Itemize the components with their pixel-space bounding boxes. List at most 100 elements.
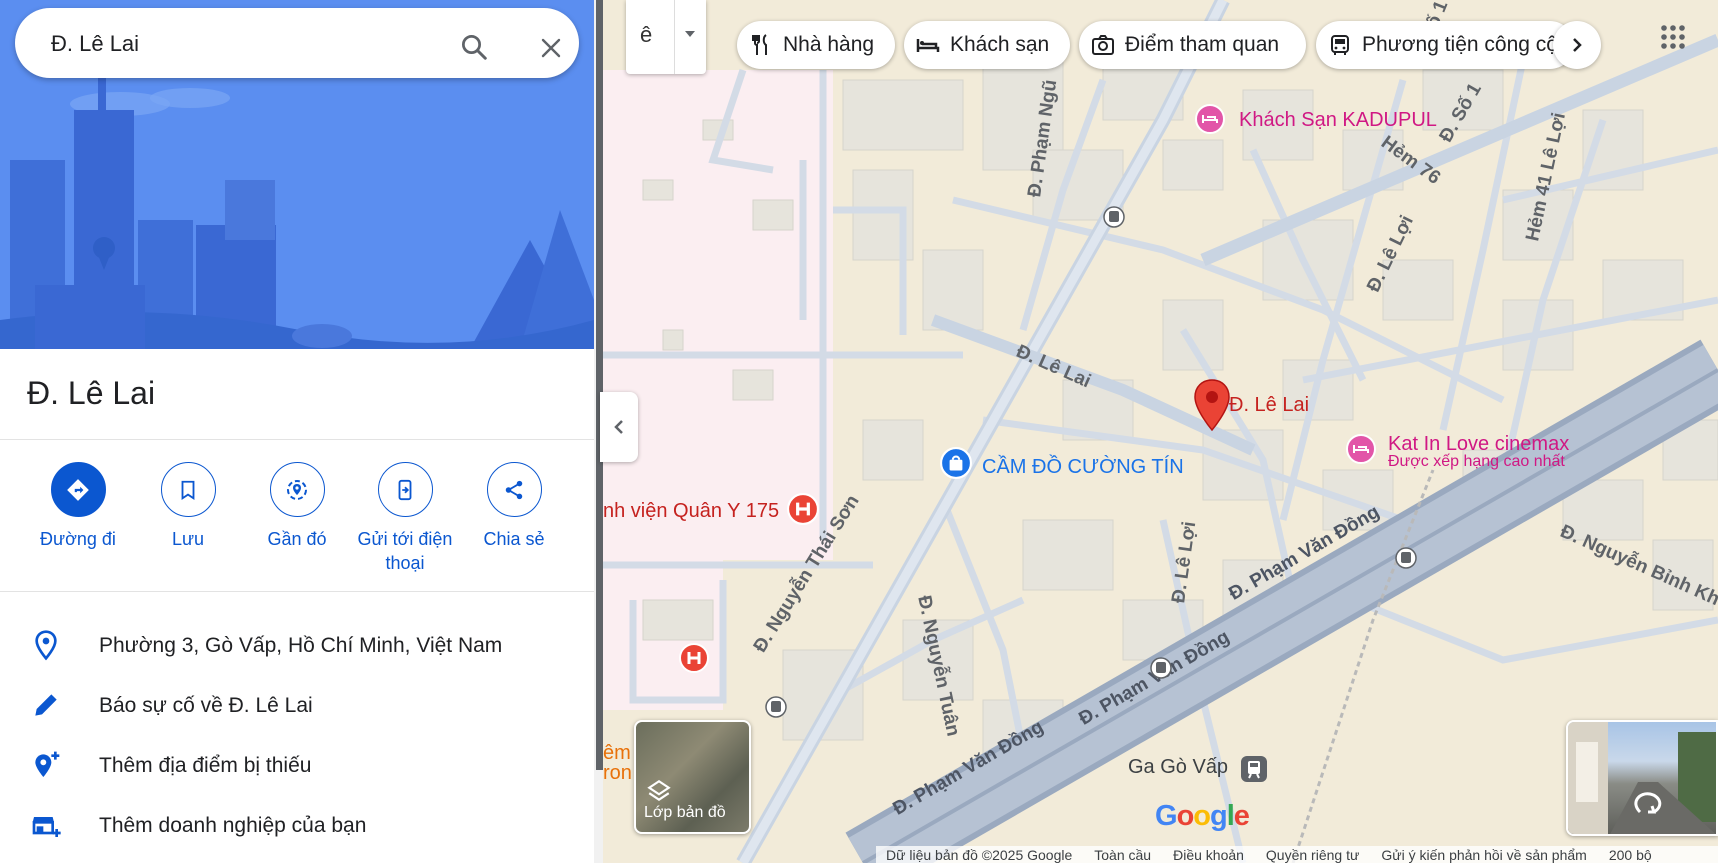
google-logo: Google	[1155, 800, 1250, 832]
edge-poi-label: ron	[603, 762, 632, 784]
camera-icon	[1092, 35, 1114, 55]
hospital-icon	[679, 643, 709, 673]
hotel-icon	[916, 39, 940, 52]
restaurant-icon	[752, 34, 767, 55]
map-canvas[interactable]: Đ. Lê Lai Đ. Lê Lợi Đ. Lê Lợi Đ. Số 1 Hẻ…	[603, 0, 1718, 863]
chip-transit[interactable]: Phương tiện công cộng	[1316, 21, 1574, 69]
location-pin-icon	[35, 630, 57, 661]
pawnshop-label[interactable]: CẦM ĐỒ CƯỜNG TÍN	[982, 456, 1184, 479]
bus-stop-icon	[1150, 657, 1172, 679]
add-business-row[interactable]: Thêm doanh nghiệp của bạn	[0, 797, 594, 853]
search-box[interactable]: Đ. Lê Lai	[15, 8, 579, 78]
chip-label: Nhà hàng	[783, 33, 875, 56]
chip-restaurants[interactable]: Nhà hàng	[737, 21, 895, 69]
add-place-row[interactable]: Thêm địa điểm bị thiếu	[0, 737, 594, 793]
station-label[interactable]: Ga Gò Vấp	[1128, 756, 1228, 779]
place-title: Đ. Lê Lai	[27, 375, 156, 411]
divider	[0, 439, 594, 440]
global-link[interactable]: Toàn cầu	[1094, 847, 1151, 863]
directions-icon	[67, 478, 89, 501]
cinema-icon	[1346, 434, 1376, 464]
directions-label: Đường đi	[40, 529, 116, 549]
edit-pencil-icon	[35, 694, 57, 716]
search-query[interactable]: Đ. Lê Lai	[51, 31, 139, 57]
search-icon[interactable]	[459, 32, 489, 62]
bus-stop-icon	[765, 696, 787, 718]
share-icon	[505, 480, 523, 499]
transit-layer-control[interactable]: ê	[626, 0, 706, 74]
report-row[interactable]: Báo sự cố về Đ. Lê Lai	[0, 677, 594, 733]
map-footer: Dữ liệu bản đồ ©2025 Google Toàn cầu Điề…	[876, 846, 1718, 863]
bus-stop-marker[interactable]	[1150, 657, 1172, 684]
chevron-left-icon	[614, 420, 623, 434]
collapse-panel-button[interactable]	[600, 392, 638, 462]
chip-label: Điểm tham quan	[1125, 33, 1280, 56]
layers-icon	[647, 779, 671, 801]
cinema-rating-label: Được xếp hạng cao nhất	[1388, 453, 1565, 470]
bus-stop-marker[interactable]	[1395, 547, 1417, 574]
privacy-link[interactable]: Quyền riêng tư	[1266, 847, 1359, 863]
scale-label[interactable]: 200 bộ	[1609, 847, 1652, 863]
hospital-icon	[787, 493, 819, 525]
bus-stop-icon	[1103, 206, 1125, 228]
add-place-icon	[35, 751, 60, 777]
place-panel: Đ. Lê Lai Đ. Lê Lai Đường đi Lưu Gần đó …	[0, 0, 594, 863]
add-business-icon	[32, 817, 61, 837]
street-view-preview	[1568, 722, 1716, 834]
hotel-icon	[1195, 104, 1225, 134]
chip-label: Phương tiện công cộng	[1362, 33, 1574, 56]
selected-place-label[interactable]: Đ. Lê Lai	[1229, 394, 1309, 417]
divider	[0, 591, 594, 592]
red-pin-icon	[1194, 379, 1230, 432]
add-place-text: Thêm địa điểm bị thiếu	[99, 754, 312, 777]
send-to-phone-icon	[398, 479, 412, 500]
chip-attractions[interactable]: Điểm tham quan	[1079, 21, 1306, 69]
close-icon[interactable]	[539, 36, 563, 60]
nearby-icon	[287, 479, 307, 500]
chip-label: Khách sạn	[950, 33, 1050, 56]
street-view-thumbnail[interactable]	[1566, 720, 1718, 836]
hospital-marker[interactable]	[787, 493, 819, 530]
pawnshop-marker[interactable]	[940, 447, 972, 484]
hotel-label[interactable]: Khách Sạn KADUPUL	[1239, 109, 1437, 132]
map-layers-button[interactable]: Lớp bản đồ	[634, 720, 751, 834]
transit-glyph: ê	[640, 22, 653, 47]
chip-hotels[interactable]: Khách sạn	[904, 21, 1070, 69]
train-icon	[1241, 756, 1267, 782]
bus-stop-marker[interactable]	[765, 696, 787, 723]
cinema-marker[interactable]	[1346, 434, 1376, 469]
report-text: Báo sự cố về Đ. Lê Lai	[99, 694, 313, 717]
panel-scrollbar-thumb[interactable]	[596, 0, 603, 770]
share-button[interactable]: Chia sẻ	[454, 462, 574, 551]
bus-icon	[1331, 35, 1349, 55]
terms-link[interactable]: Điều khoản	[1173, 847, 1244, 863]
chevron-right-icon	[1573, 38, 1582, 52]
hotel-marker[interactable]	[1195, 104, 1225, 139]
nearby-button[interactable]: Gần đó	[237, 462, 357, 551]
bus-stop-marker[interactable]	[1103, 206, 1125, 233]
add-business-text: Thêm doanh nghiệp của bạn	[99, 814, 367, 837]
address-text: Phường 3, Gò Vấp, Hồ Chí Minh, Việt Nam	[99, 634, 503, 657]
bookmark-icon	[181, 480, 195, 500]
hospital-marker-2[interactable]	[679, 643, 709, 678]
address-row[interactable]: Phường 3, Gò Vấp, Hồ Chí Minh, Việt Nam	[0, 617, 594, 673]
save-button[interactable]: Lưu	[128, 462, 248, 551]
chips-next-button[interactable]	[1553, 21, 1601, 69]
station-marker[interactable]	[1239, 754, 1269, 789]
divider	[674, 0, 675, 74]
send-to-phone-button[interactable]: Gửi tới điện thoại	[345, 462, 465, 575]
selected-place-pin[interactable]	[1193, 378, 1231, 437]
hospital-label[interactable]: nh viện Quân Y 175	[603, 500, 779, 523]
apps-grid-icon[interactable]	[1660, 24, 1686, 50]
nearby-label: Gần đó	[267, 529, 327, 549]
send-to-phone-label: Gửi tới điện thoại	[357, 529, 453, 573]
feedback-link[interactable]: Gửi ý kiến phản hồi về sản phẩm	[1381, 847, 1587, 863]
layers-label: Lớp bản đồ	[644, 804, 726, 821]
save-label: Lưu	[171, 529, 205, 549]
directions-button[interactable]: Đường đi	[18, 462, 138, 551]
share-label: Chia sẻ	[483, 529, 545, 549]
action-bar: Đường đi Lưu Gần đó Gửi tới điện thoại C…	[0, 462, 594, 587]
shopping-bag-icon	[940, 447, 972, 479]
bus-stop-icon	[1395, 547, 1417, 569]
chevron-down-icon[interactable]	[684, 30, 696, 38]
